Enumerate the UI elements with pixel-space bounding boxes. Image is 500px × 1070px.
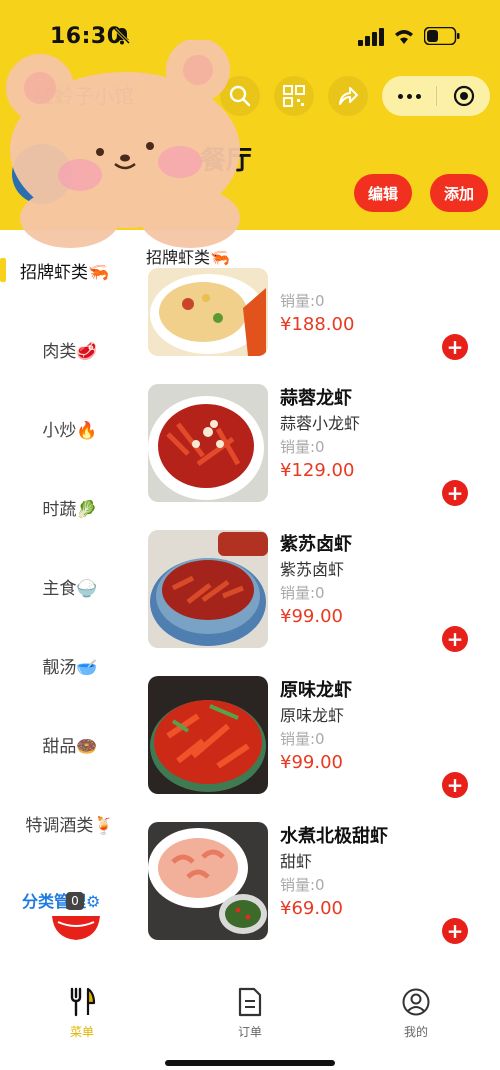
category-meat[interactable]: 肉类🥩 (0, 329, 140, 369)
add-to-cart-button[interactable]: + (442, 480, 468, 506)
fork-knife-icon (70, 987, 96, 1017)
miniprogram-capsule (382, 76, 490, 116)
user-icon (402, 988, 430, 1016)
dish-name: 原味龙虾 (280, 680, 352, 701)
dish-photo (148, 384, 268, 502)
dish-price: ¥129.00 (280, 460, 355, 481)
store-name: 餐厅 (200, 146, 253, 176)
dish-name: 紫苏卤虾 (280, 534, 352, 555)
dish-sales: 销量:0 (280, 438, 325, 456)
menu-item: 原味龙虾 原味龙虾 销量:0 ¥99.00 + (146, 676, 500, 816)
qr-code-icon (283, 85, 305, 107)
share-arrow-icon (339, 87, 358, 105)
dish-description: 甜虾 (280, 852, 313, 871)
add-to-cart-button[interactable]: + (442, 626, 468, 652)
share-button[interactable] (328, 76, 368, 116)
dish-photo (148, 268, 268, 356)
dish-description: 原味龙虾 (280, 706, 345, 725)
menu-item: 紫苏卤虾 紫苏卤虾 销量:0 ¥99.00 + (146, 530, 500, 670)
home-indicator (165, 1060, 335, 1066)
menu-item: 水煮北极甜虾 甜虾 销量:0 ¥69.00 + (146, 822, 500, 962)
tab-profile-label: 我的 (403, 1025, 428, 1039)
bell-muted-icon (113, 27, 131, 45)
dish-photo (148, 530, 268, 648)
category-soup[interactable]: 靓汤🥣 (0, 645, 140, 685)
category-stir-fry[interactable]: 小炒🔥 (0, 408, 140, 448)
dish-price: ¥188.00 (280, 314, 355, 335)
dish-description: 蒜蓉小龙虾 (280, 414, 361, 433)
dish-price: ¥99.00 (280, 606, 343, 627)
dish-sales: 销量:0 (280, 876, 325, 894)
edit-button[interactable]: 编辑 (354, 174, 412, 212)
category-vegetables[interactable]: 时蔬🥬 (0, 487, 140, 527)
tab-orders-label: 订单 (237, 1025, 262, 1039)
cellular-signal-icon (358, 28, 384, 46)
tab-orders[interactable]: 订单 (210, 987, 290, 1047)
store-logo (12, 144, 72, 204)
target-circle-icon (453, 85, 474, 107)
menu-item: 销量:0 ¥188.00 + (146, 238, 500, 378)
category-staple-food[interactable]: 主食🍚 (0, 566, 140, 606)
more-button[interactable] (382, 76, 436, 116)
add-to-cart-button[interactable]: + (442, 334, 468, 360)
add-to-cart-button[interactable]: + (442, 918, 468, 944)
dish-price: ¥69.00 (280, 898, 343, 919)
battery-icon (424, 27, 460, 45)
document-icon (238, 987, 262, 1017)
search-button[interactable] (220, 76, 260, 116)
dish-photo (148, 676, 268, 794)
dish-sales: 销量:0 (280, 730, 325, 748)
cart-button[interactable]: 0 (50, 892, 102, 942)
header: 16:30 红蛉子小馆 餐厅 编辑 添加 (0, 0, 500, 230)
tab-menu-label: 菜单 (69, 1025, 94, 1039)
qr-code-button[interactable] (274, 76, 314, 116)
dish-description: 紫苏卤虾 (280, 560, 345, 579)
bottom-tab-bar: 菜单 订单 我的 (0, 975, 500, 1070)
tab-profile[interactable]: 我的 (376, 987, 456, 1047)
add-to-cart-button[interactable]: + (442, 772, 468, 798)
category-signature-shrimp[interactable]: 招牌虾类🦐 (0, 250, 140, 290)
dish-sales: 销量:0 (280, 292, 325, 310)
store-title: 红蛉子小馆 (34, 84, 134, 108)
category-dessert[interactable]: 甜品🍩 (0, 724, 140, 764)
dish-price: ¥99.00 (280, 752, 343, 773)
status-bar: 16:30 (0, 0, 500, 70)
tab-menu[interactable]: 菜单 (42, 987, 122, 1047)
category-special-drinks[interactable]: 特调酒类🍹 (0, 803, 140, 843)
wifi-icon (395, 30, 413, 44)
dish-name: 蒜蓉龙虾 (280, 388, 352, 409)
dish-sales: 销量:0 (280, 584, 325, 602)
add-button[interactable]: 添加 (430, 174, 488, 212)
close-miniprogram-button[interactable] (437, 76, 490, 116)
dish-name: 水煮北极甜虾 (280, 826, 388, 847)
cart-count-badge: 0 (66, 892, 84, 910)
dish-photo (148, 822, 268, 940)
menu-item: 蒜蓉龙虾 蒜蓉小龙虾 销量:0 ¥129.00 + (146, 384, 500, 524)
search-icon (229, 85, 251, 107)
